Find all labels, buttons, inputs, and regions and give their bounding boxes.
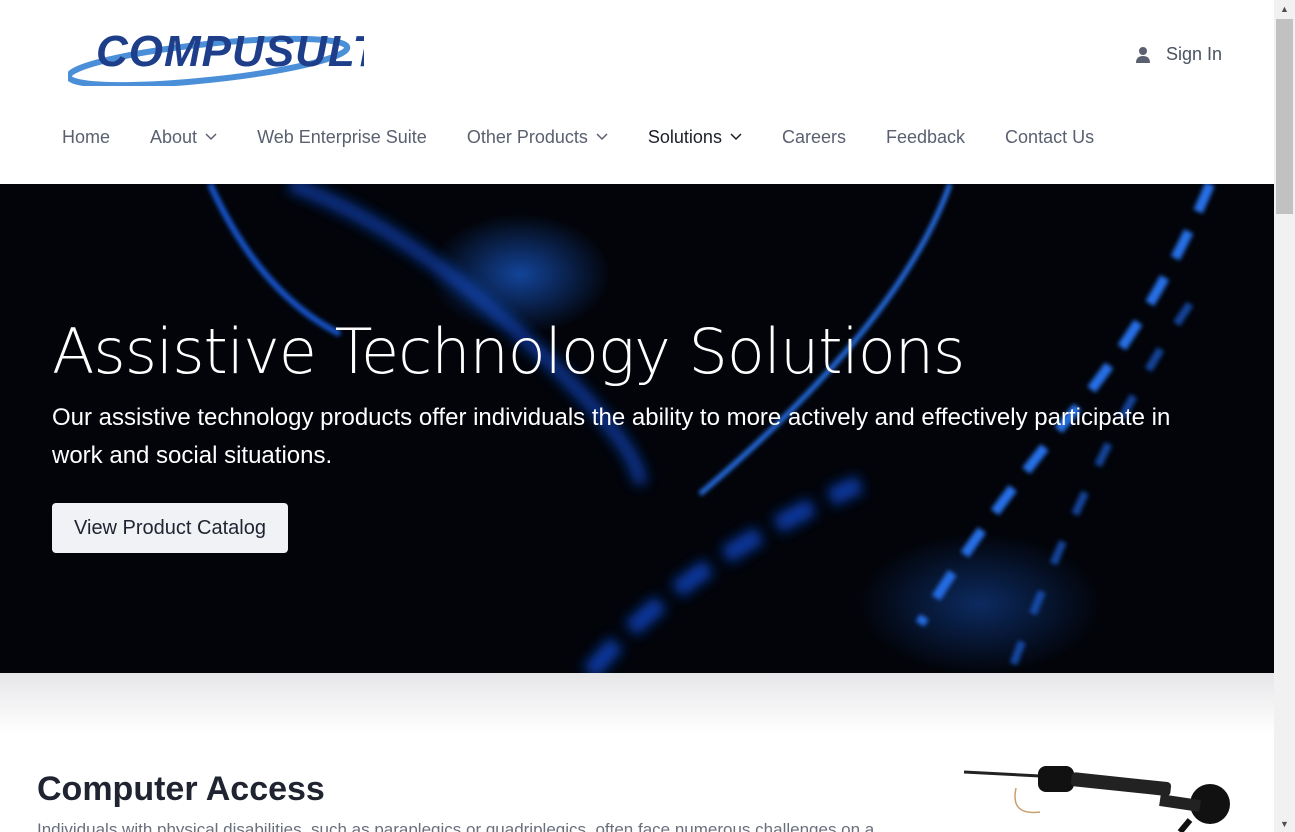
view-product-catalog-button[interactable]: View Product Catalog — [52, 503, 288, 553]
product-image — [963, 766, 1230, 832]
section-text: Individuals with physical disabilities, … — [37, 820, 875, 832]
compusult-logo[interactable]: COMPUSULT — [68, 22, 364, 86]
chevron-down-icon — [730, 133, 742, 141]
nav-home-label: Home — [62, 126, 111, 147]
nav-other-products-label: Other Products — [466, 126, 588, 147]
nav-solutions[interactable]: Solutions — [628, 122, 762, 152]
hero-shadow — [0, 673, 1274, 733]
main-nav: Home About Web Enterprise Suite Other Pr… — [42, 122, 1114, 152]
hero-description: Our assistive technology products offer … — [52, 404, 1171, 469]
nav-web-enterprise-suite-label: Web Enterprise Suite — [257, 126, 427, 147]
scroll-up-arrow-icon[interactable]: ▲ — [1274, 0, 1295, 17]
nav-home[interactable]: Home — [42, 122, 130, 152]
nav-other-products[interactable]: Other Products — [447, 122, 628, 152]
nav-feedback-label: Feedback — [885, 126, 966, 147]
nav-solutions-label: Solutions — [647, 126, 722, 147]
site-header: COMPUSULT Sign In Home About Web Enterpr… — [0, 0, 1274, 184]
sign-in-link[interactable]: Sign In — [1134, 44, 1222, 65]
scroll-down-arrow-icon[interactable]: ▼ — [1274, 815, 1295, 832]
hero-banner: Assistive Technology Solutions Our assis… — [0, 184, 1274, 673]
nav-feedback[interactable]: Feedback — [866, 122, 985, 152]
nav-careers-label: Careers — [781, 126, 846, 147]
nav-web-enterprise-suite[interactable]: Web Enterprise Suite — [237, 122, 447, 152]
scrollbar-thumb[interactable] — [1276, 19, 1293, 214]
hero-title: Assistive Technology Solutions — [52, 315, 965, 388]
chevron-down-icon — [205, 133, 217, 141]
nav-about[interactable]: About — [130, 122, 237, 152]
nav-careers[interactable]: Careers — [762, 122, 866, 152]
nav-contact-us[interactable]: Contact Us — [985, 122, 1114, 152]
sign-in-label: Sign In — [1166, 44, 1223, 64]
page: COMPUSULT Sign In Home About Web Enterpr… — [0, 0, 1274, 832]
scrollbar[interactable]: ▲ ▼ — [1274, 0, 1295, 832]
user-icon — [1136, 46, 1150, 63]
nav-about-label: About — [150, 126, 198, 147]
section-title: Computer Access — [37, 770, 325, 808]
chevron-down-icon — [596, 133, 608, 141]
logo-wordmark: COMPUSULT — [96, 27, 364, 76]
nav-contact-us-label: Contact Us — [1005, 126, 1095, 147]
